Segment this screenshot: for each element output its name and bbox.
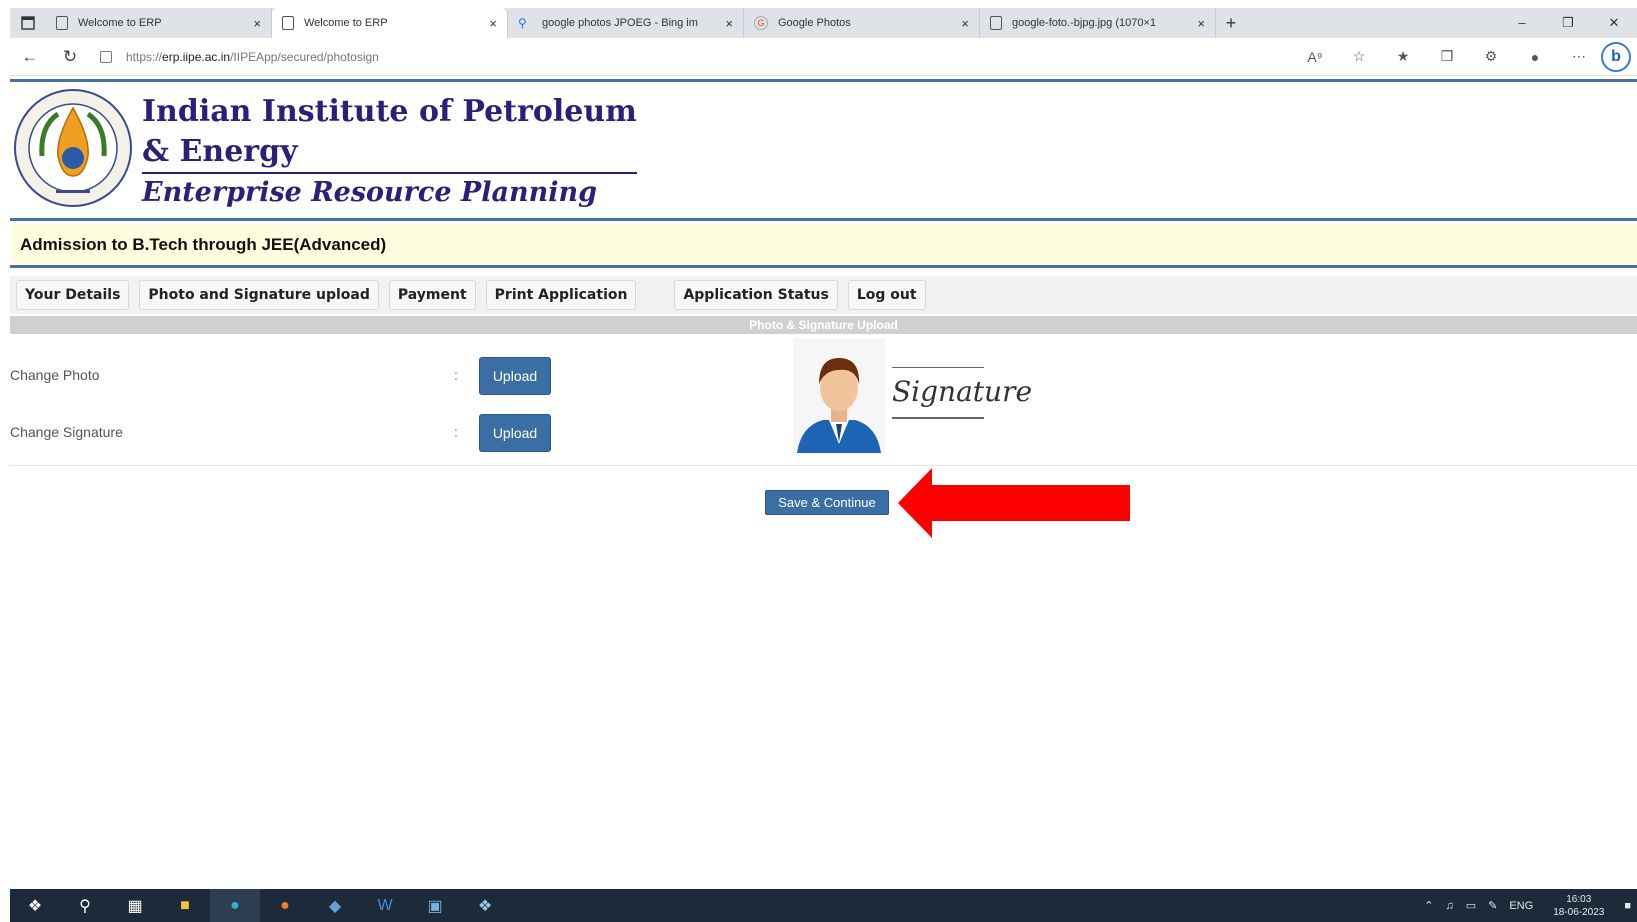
minimize-icon[interactable]: –: [1499, 15, 1545, 31]
firefox-icon[interactable]: ●: [260, 889, 310, 922]
browser-tab-strip: Welcome to ERP × Welcome to ERP × ⚲ goog…: [10, 8, 1637, 38]
more-icon[interactable]: ⋯: [1557, 48, 1601, 65]
network-icon[interactable]: ▭: [1466, 899, 1476, 912]
browser-tab-2[interactable]: Welcome to ERP ×: [272, 8, 508, 38]
menu-photo-signature-upload[interactable]: Photo and Signature upload: [139, 280, 379, 310]
browser-tab-5[interactable]: google-foto.-bjpg.jpg (1070×1 ×: [980, 8, 1216, 38]
google-icon: G: [754, 16, 768, 30]
tab-title: Welcome to ERP: [78, 17, 162, 29]
tab-title: Google Photos: [778, 17, 851, 29]
favorites-icon[interactable]: ★: [1381, 48, 1425, 65]
tab-close-icon[interactable]: ×: [961, 16, 969, 31]
upload-signature-button[interactable]: Upload: [479, 414, 551, 452]
tab-close-icon[interactable]: ×: [1197, 16, 1205, 31]
upload-photo-button[interactable]: Upload: [479, 357, 551, 395]
tab-close-icon[interactable]: ×: [725, 16, 733, 31]
edge-icon[interactable]: ●: [210, 889, 260, 922]
app-icon[interactable]: ◆: [310, 889, 360, 922]
window-controls: – ❐ ✕: [1499, 15, 1637, 31]
windows-taskbar: ❖ ⚲ ▦ ■ ● ● ◆ W ▣ ❖ ⌃ ♫ ▭ ✎ ENG 16:03 18…: [10, 889, 1637, 922]
tab-title: Welcome to ERP: [304, 17, 388, 29]
header-title-block: Indian Institute of Petroleum & Energy E…: [142, 92, 637, 212]
main-menu: Your Details Photo and Signature upload …: [10, 276, 1637, 314]
collections-icon[interactable]: ❐: [1425, 48, 1469, 65]
save-and-continue-button[interactable]: Save & Continue: [765, 490, 889, 515]
user-avatar-icon: [793, 338, 885, 453]
search-icon: ⚲: [518, 16, 527, 30]
read-aloud-icon[interactable]: A⁹: [1293, 49, 1337, 65]
profile-icon[interactable]: ●: [1513, 49, 1557, 65]
notifications-icon[interactable]: ■: [1624, 900, 1631, 912]
chevron-up-icon[interactable]: ⌃: [1424, 899, 1433, 912]
language-indicator[interactable]: ENG: [1509, 900, 1533, 912]
pen-icon[interactable]: ✎: [1488, 899, 1497, 912]
clock[interactable]: 16:03 18-06-2023: [1553, 893, 1604, 919]
search-icon[interactable]: ⚲: [60, 889, 110, 922]
institute-logo-icon: [14, 89, 132, 207]
change-signature-label: Change Signature: [10, 424, 123, 440]
colon-separator: :: [454, 424, 458, 440]
tab-title: google-foto.-bjpg.jpg (1070×1: [1012, 17, 1157, 29]
browser-toolbar: A⁹ ☆ ★ ❐ ⚙ ● ⋯ b: [1293, 41, 1637, 72]
system-tray: ⌃ ♫ ▭ ✎ ENG 16:03 18-06-2023 ■: [1418, 893, 1637, 919]
page-icon: [990, 16, 1002, 30]
back-icon[interactable]: ←: [10, 47, 50, 67]
colon-separator: :: [454, 367, 458, 383]
start-icon[interactable]: ❖: [10, 889, 60, 922]
app-icon[interactable]: ❖: [460, 889, 510, 922]
tab-actions-icon[interactable]: [10, 8, 46, 38]
change-photo-label: Change Photo: [10, 367, 100, 383]
new-tab-button[interactable]: +: [1216, 13, 1246, 34]
browser-tab-3[interactable]: ⚲ google photos JPOEG - Bing im ×: [508, 8, 744, 38]
admission-title: Admission to B.Tech through JEE(Advanced…: [10, 224, 1637, 268]
task-view-icon[interactable]: ▦: [110, 889, 160, 922]
signature-preview: Signature: [892, 367, 1033, 419]
favorite-star-icon[interactable]: ☆: [1337, 48, 1381, 65]
word-icon[interactable]: W: [360, 889, 410, 922]
tab-close-icon[interactable]: ×: [253, 16, 261, 31]
institute-name-line2: & Energy: [142, 134, 298, 169]
url-prefix: https://: [126, 49, 163, 64]
bing-icon[interactable]: b: [1601, 41, 1631, 72]
red-arrow-icon: [898, 468, 1130, 538]
close-window-icon[interactable]: ✕: [1591, 15, 1637, 31]
section-title: Photo & Signature Upload: [10, 316, 1637, 334]
menu-your-details[interactable]: Your Details: [16, 280, 130, 310]
lock-icon: [100, 50, 112, 63]
url-field[interactable]: https:// erp.iipe.ac.in /IIPEApp/secured…: [100, 43, 1170, 71]
extensions-icon[interactable]: ⚙: [1469, 48, 1513, 65]
url-path: /IIPEApp/secured/photosign: [230, 49, 379, 64]
refresh-icon[interactable]: ↻: [50, 47, 90, 67]
restore-icon[interactable]: ❐: [1545, 15, 1591, 31]
site-header: Indian Institute of Petroleum & Energy E…: [10, 79, 1637, 221]
clock-time: 16:03: [1566, 893, 1592, 905]
page-icon: [56, 16, 68, 30]
file-explorer-icon[interactable]: ■: [160, 889, 210, 922]
app-icon[interactable]: ▣: [410, 889, 460, 922]
signature-preview-text: Signature: [892, 375, 1033, 408]
photo-preview: [793, 338, 885, 453]
institute-name-line1: Indian Institute of Petroleum: [142, 94, 637, 129]
browser-tab-4[interactable]: G Google Photos ×: [744, 8, 980, 38]
url-host: erp.iipe.ac.in: [162, 49, 231, 64]
browser-tab-1[interactable]: Welcome to ERP ×: [46, 8, 272, 38]
tab-close-icon[interactable]: ×: [489, 16, 497, 31]
upload-form: Change Photo : Upload Change Signature :…: [10, 335, 1637, 466]
menu-print-application[interactable]: Print Application: [485, 280, 637, 310]
menu-payment[interactable]: Payment: [388, 280, 476, 310]
menu-application-status[interactable]: Application Status: [674, 280, 838, 310]
menu-log-out[interactable]: Log out: [847, 280, 926, 310]
tab-title: google photos JPOEG - Bing im: [542, 17, 698, 29]
erp-subtitle: Enterprise Resource Planning: [142, 177, 598, 208]
volume-icon[interactable]: ♫: [1445, 900, 1453, 912]
clock-date: 18-06-2023: [1553, 906, 1605, 918]
page-icon: [282, 16, 294, 30]
page: Welcome to ERP × Welcome to ERP × ⚲ goog…: [0, 0, 1637, 922]
browser-address-bar: ← ↻ https:// erp.iipe.ac.in /IIPEApp/sec…: [10, 38, 1637, 76]
